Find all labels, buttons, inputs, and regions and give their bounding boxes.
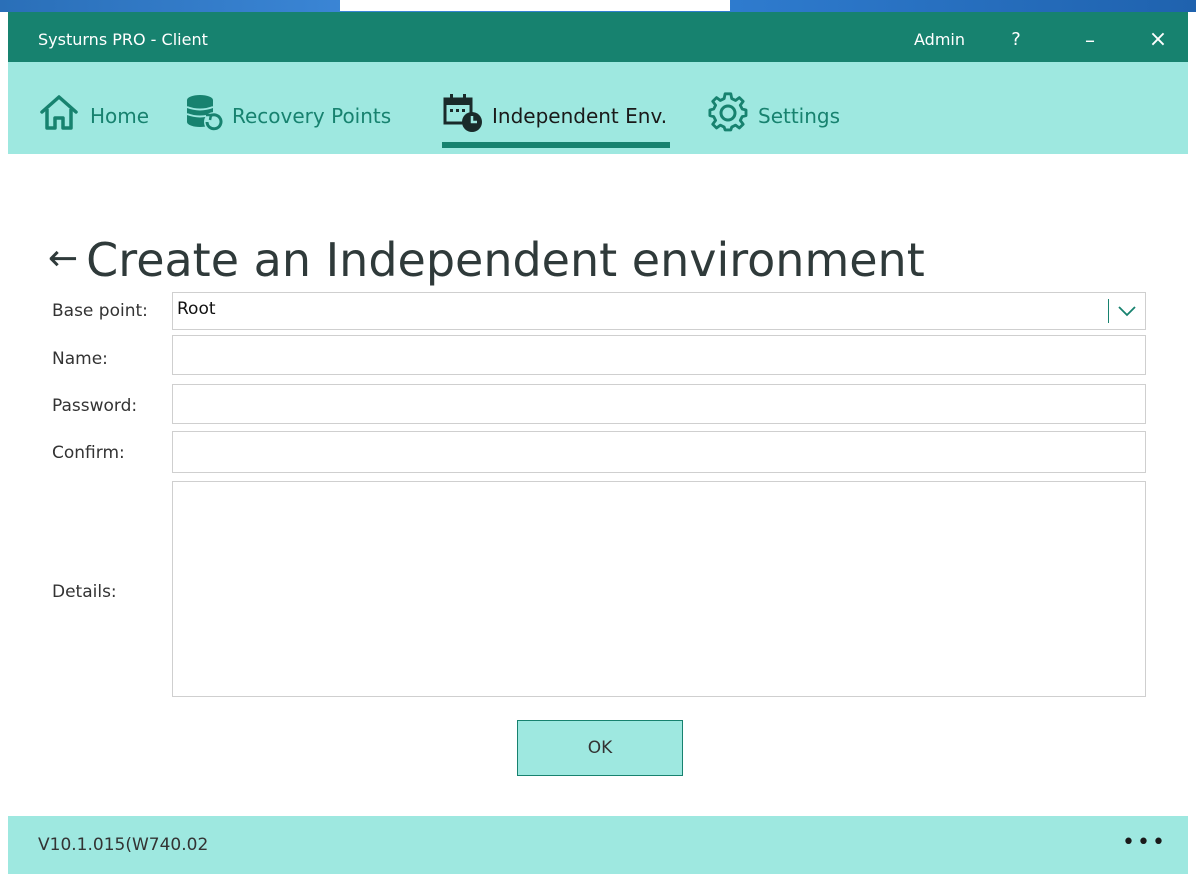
name-label: Name: bbox=[52, 349, 108, 369]
confirm-password-input[interactable] bbox=[172, 431, 1146, 473]
gear-icon bbox=[708, 92, 748, 132]
base-point-value: Root bbox=[177, 299, 216, 319]
password-label: Password: bbox=[52, 396, 138, 416]
tab-home[interactable]: Home bbox=[38, 84, 163, 144]
password-input[interactable] bbox=[172, 384, 1146, 424]
nav-bar: Home Recovery Points Independent Env. Se… bbox=[8, 62, 1188, 154]
name-input[interactable] bbox=[172, 335, 1146, 375]
ok-button[interactable]: OK bbox=[517, 720, 683, 776]
user-name[interactable]: Admin bbox=[914, 12, 965, 68]
tab-independent-env-label: Independent Env. bbox=[492, 104, 668, 128]
database-restore-icon bbox=[186, 95, 224, 132]
back-arrow-icon[interactable]: ← bbox=[48, 238, 78, 279]
version-text: V10.1.015(W740.02 bbox=[38, 835, 209, 855]
base-point-select[interactable]: Root bbox=[172, 292, 1146, 330]
help-button[interactable]: ? bbox=[996, 12, 1036, 62]
page-title: ← Create an Independent environment bbox=[48, 233, 925, 287]
status-bar: V10.1.015(W740.02 ••• bbox=[8, 816, 1188, 874]
base-point-label: Base point: bbox=[52, 301, 148, 321]
close-button[interactable]: × bbox=[1138, 12, 1178, 62]
tab-home-label: Home bbox=[90, 104, 150, 128]
details-label: Details: bbox=[52, 582, 117, 602]
calendar-clock-icon bbox=[443, 94, 482, 132]
tab-independent-env[interactable]: Independent Env. bbox=[442, 84, 672, 148]
tab-recovery-points-label: Recovery Points bbox=[232, 104, 392, 128]
desktop-background bbox=[0, 0, 1196, 12]
tab-recovery-points[interactable]: Recovery Points bbox=[184, 84, 414, 144]
app-window: Systurns PRO - Client Admin ? – × Home R… bbox=[8, 12, 1188, 874]
tab-settings-label: Settings bbox=[758, 104, 841, 128]
title-bar: Systurns PRO - Client Admin ? – × bbox=[8, 12, 1188, 62]
active-tab-indicator bbox=[442, 142, 670, 148]
tab-settings[interactable]: Settings bbox=[708, 84, 858, 144]
background-window-edge bbox=[340, 0, 730, 11]
minimize-button[interactable]: – bbox=[1070, 12, 1110, 62]
chevron-down-icon[interactable] bbox=[1117, 303, 1137, 319]
window-title: Systurns PRO - Client bbox=[38, 30, 208, 49]
more-options-icon[interactable]: ••• bbox=[1122, 816, 1167, 870]
confirm-label: Confirm: bbox=[52, 443, 125, 463]
details-textarea[interactable] bbox=[172, 481, 1146, 697]
home-icon bbox=[40, 95, 78, 130]
select-divider bbox=[1108, 299, 1109, 323]
page-title-text: Create an Independent environment bbox=[86, 232, 925, 287]
